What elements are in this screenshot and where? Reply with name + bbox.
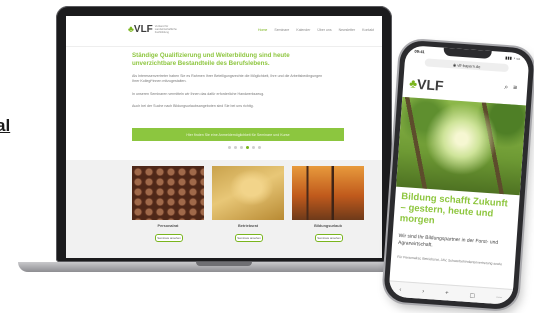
phone-subline: Wir sind Ihr Bildungspartner in der Fors… (397, 232, 499, 249)
carousel-dot[interactable] (234, 146, 237, 149)
phone-header-icons: ⌕ ≡ (504, 84, 518, 93)
new-tab-icon[interactable]: + (445, 290, 449, 296)
phone-small-text: Für Personalrat, Betriebsrat, JAV, Schwe… (396, 254, 503, 267)
carousel-dot[interactable] (258, 146, 261, 149)
carousel-dot[interactable] (240, 146, 243, 149)
browser-toolbar: ‹ › + ▢ ⋯ (388, 280, 514, 306)
forward-icon[interactable]: › (422, 289, 424, 295)
card-button[interactable]: Seminare ansehen (155, 234, 183, 242)
laptop-screen: ♣ VLF Verband für Landwirtschaftliche Fa… (66, 16, 382, 258)
carousel-dots (228, 146, 261, 149)
nav-link-kontakt[interactable]: Kontakt (362, 28, 374, 32)
card-button[interactable]: Seminare ansehen (235, 234, 263, 242)
card-title: Betriebsrat (237, 224, 259, 228)
laptop-opening-notch (196, 262, 252, 266)
phone-site-logo[interactable]: ♣ VLF (409, 75, 445, 94)
phone-headline: Bildung schafft Zukunft – gestern, heute… (399, 191, 509, 227)
site-navbar: ♣ VLF Verband für Landwirtschaftliche Fa… (66, 16, 382, 47)
cta-banner[interactable]: Hier finden Sie eine Anmeldemöglichkeit … (132, 128, 344, 141)
site-nav-links: Home Seminare Kalender Über uns Newslett… (258, 28, 374, 32)
carousel-dot[interactable] (228, 146, 231, 149)
nav-link-home[interactable]: Home (258, 28, 267, 32)
carousel-dot-active[interactable] (246, 146, 249, 149)
nav-link-newsletter[interactable]: Newsletter (339, 28, 356, 32)
card-image-forest (292, 166, 364, 220)
site-paragraph: Als Interessenvertreter haben Sie es Rah… (132, 74, 323, 83)
phone-site-header: ♣ VLF ⌕ ≡ (409, 73, 522, 99)
logo-subtitle: Verband für Landwirtschaftliche Fachbild… (154, 25, 177, 34)
phone-notch (443, 47, 492, 59)
site-paragraph: Auch bei der Suche nach Bildungsurlaubsa… (132, 104, 254, 108)
cropped-heading-text: al (0, 116, 11, 135)
url-bar[interactable]: ◉ vlf-bayern.de (424, 58, 509, 73)
card-button[interactable]: Seminare ansehen (315, 234, 343, 242)
back-icon[interactable]: ‹ (399, 287, 401, 293)
site-headline: Ständige Qualifizierung und Weiterbildun… (132, 52, 290, 67)
tabs-icon[interactable]: ▢ (469, 292, 475, 299)
nav-link-seminare[interactable]: Seminare (274, 28, 289, 32)
phone-frame: 09:41 ▮▮▮ ◔ ▭ ◉ vlf-bayern.de ♣ VLF ⌕ ≡ … (383, 39, 534, 311)
logo-text: VLF (416, 75, 445, 94)
card-image-logs (132, 166, 204, 220)
status-icons: ▮▮▮ ◔ ▭ (505, 54, 521, 61)
hero-forest-image (396, 96, 527, 196)
site-logo[interactable]: ♣ VLF Verband für Landwirtschaftliche Fa… (128, 24, 183, 35)
logo-text: VLF (133, 24, 153, 35)
nav-link-ueber-uns[interactable]: Über uns (317, 28, 331, 32)
card-title: Personalrat (157, 224, 179, 228)
card-title: Bildungsurlaub (314, 224, 342, 228)
nav-link-kalender[interactable]: Kalender (296, 28, 310, 32)
phone-screen: 09:41 ▮▮▮ ◔ ▭ ◉ vlf-bayern.de ♣ VLF ⌕ ≡ … (388, 44, 530, 306)
search-icon[interactable]: ⌕ (504, 84, 508, 92)
status-time: 09:41 (414, 48, 425, 55)
site-paragraph: In unseren Seminaren vermitteln wir Ihne… (132, 92, 265, 96)
carousel-dot[interactable] (252, 146, 255, 149)
card-image-wheat (212, 166, 284, 220)
more-icon[interactable]: ⋯ (496, 293, 502, 300)
menu-icon[interactable]: ≡ (513, 85, 518, 93)
